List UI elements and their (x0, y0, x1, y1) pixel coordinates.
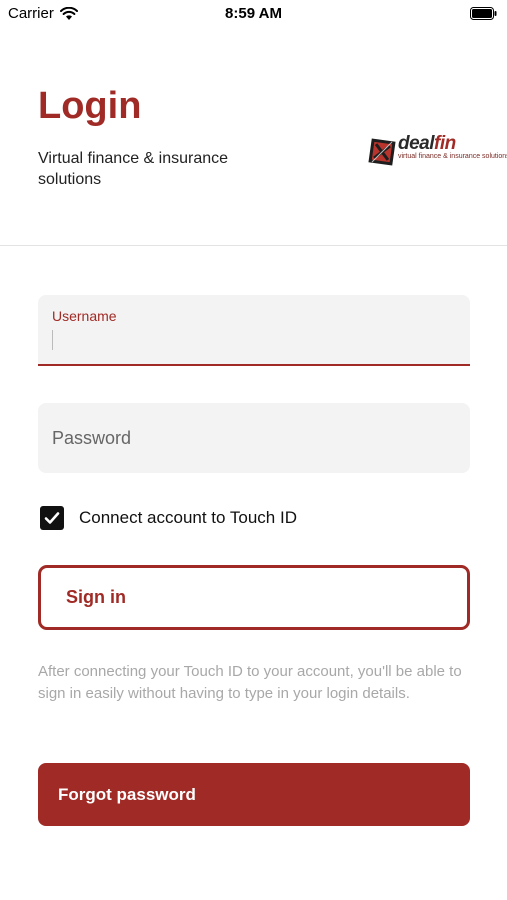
logo-brand-part2: fin (434, 133, 456, 154)
clock-time: 8:59 AM (225, 5, 282, 22)
password-input[interactable] (52, 426, 452, 450)
touch-id-label: Connect account to Touch ID (79, 508, 297, 527)
status-bar: Carrier 8:59 AM (0, 0, 507, 30)
sign-in-button[interactable]: Sign in (38, 565, 470, 630)
page-subtitle: Virtual finance & insurance solutions (38, 150, 229, 188)
battery-icon (470, 7, 497, 20)
touch-id-option[interactable]: Connect account to Touch ID (40, 506, 297, 530)
logo-tagline: virtual finance & insurance solutions (398, 153, 507, 160)
username-label: Username (52, 308, 117, 324)
username-input[interactable] (52, 328, 452, 352)
dealfin-logo-mark-icon (368, 138, 396, 166)
logo-brand-text: dealfin (398, 134, 456, 154)
touch-id-checkbox[interactable] (40, 506, 64, 530)
password-field[interactable] (38, 403, 470, 473)
dealfin-logo: dealfin virtual finance & insurance solu… (368, 134, 507, 172)
username-field[interactable]: Username (38, 295, 470, 366)
logo-brand-part1: deal (398, 133, 435, 154)
header-divider (0, 245, 507, 246)
checkmark-icon (44, 512, 60, 524)
touch-id-info-text: After connecting your Touch ID to your a… (38, 663, 462, 702)
page-title: Login (38, 85, 142, 127)
forgot-password-button[interactable]: Forgot password (38, 763, 470, 826)
